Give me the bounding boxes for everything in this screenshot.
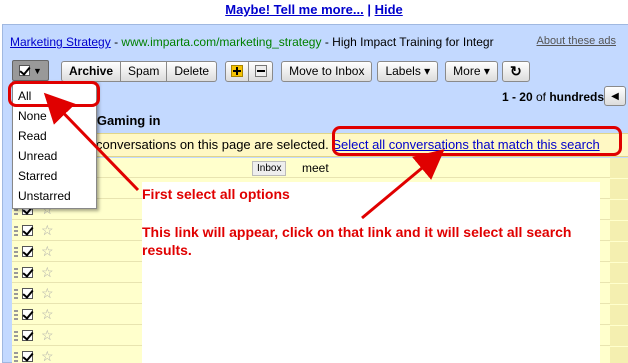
chevron-down-icon: ▼ bbox=[33, 65, 42, 76]
row-checkbox[interactable] bbox=[22, 330, 33, 341]
menu-item-starred[interactable]: Starred bbox=[13, 166, 96, 186]
row-date-cell bbox=[610, 179, 628, 199]
row-date-cell bbox=[610, 263, 628, 283]
chevron-left-icon: ◀ bbox=[611, 90, 619, 102]
pager-of: of bbox=[535, 90, 546, 104]
drag-handle-icon[interactable] bbox=[14, 331, 18, 342]
menu-item-unstarred[interactable]: Unstarred bbox=[13, 186, 96, 206]
pager-total: hundreds bbox=[549, 90, 604, 104]
drag-handle-icon[interactable] bbox=[14, 226, 18, 237]
row-date-cell bbox=[610, 200, 628, 220]
row-checkbox[interactable] bbox=[22, 288, 33, 299]
drag-handle-icon[interactable] bbox=[14, 289, 18, 300]
menu-item-none[interactable]: None bbox=[13, 106, 96, 126]
row-subject: meet bbox=[302, 161, 329, 175]
redaction-overlay bbox=[142, 182, 600, 363]
drag-handle-icon[interactable] bbox=[14, 352, 18, 363]
row-date-cell bbox=[610, 347, 628, 363]
row-date-cell bbox=[610, 326, 628, 346]
star-icon[interactable]: ☆ bbox=[41, 306, 54, 323]
row-date-cell bbox=[610, 221, 628, 241]
ad-dash: - bbox=[114, 35, 119, 49]
row-date-cell bbox=[610, 305, 628, 325]
annotation-second-step: This link will appear, click on that lin… bbox=[142, 224, 572, 258]
table-row[interactable]: ☆ Inbox meet bbox=[12, 158, 628, 178]
spam-button[interactable]: Spam bbox=[121, 60, 168, 82]
archive-spam-delete-group: Archive Spam Delete bbox=[61, 60, 218, 82]
about-ads-link[interactable]: About these ads bbox=[534, 35, 616, 47]
menu-item-unread[interactable]: Unread bbox=[13, 146, 96, 166]
select-menu-button[interactable]: ▼ bbox=[12, 60, 49, 81]
star-icon[interactable]: ☆ bbox=[41, 243, 54, 260]
drag-handle-icon[interactable] bbox=[14, 310, 18, 321]
row-checkbox[interactable] bbox=[22, 309, 33, 320]
delete-button[interactable]: Delete bbox=[167, 60, 218, 82]
pager-prev-button[interactable]: ◀ bbox=[604, 86, 626, 106]
ad-text: - High Impact Training for Integr bbox=[324, 35, 494, 49]
promo-bar: Maybe! Tell me more... | Hide bbox=[0, 0, 628, 24]
row-date-cell bbox=[610, 242, 628, 262]
pager: 1 - 20 of hundreds bbox=[502, 90, 604, 104]
sponsored-ad: Marketing Strategy - www.imparta.com/mar… bbox=[10, 33, 620, 51]
refresh-icon: ↻ bbox=[510, 62, 522, 79]
selection-notice-text: conversations on this page are selected. bbox=[96, 137, 329, 152]
ad-url[interactable]: www.imparta.com/marketing_strategy bbox=[121, 35, 321, 49]
refresh-button[interactable]: ↻ bbox=[501, 60, 530, 82]
highlight-all-option bbox=[8, 81, 100, 107]
promo-separator: | bbox=[367, 2, 371, 17]
drag-handle-icon[interactable] bbox=[14, 268, 18, 279]
menu-item-read[interactable]: Read bbox=[13, 126, 96, 146]
highlight-select-all-link bbox=[332, 126, 622, 156]
remove-star-icon bbox=[254, 65, 267, 77]
star-icon[interactable]: ☆ bbox=[41, 327, 54, 344]
row-checkbox[interactable] bbox=[22, 246, 33, 257]
more-button[interactable]: More ▾ bbox=[445, 60, 498, 82]
add-star-icon bbox=[231, 65, 244, 77]
row-date-cell bbox=[610, 158, 628, 178]
select-checkbox-icon bbox=[19, 65, 31, 76]
star-icon[interactable]: ☆ bbox=[41, 264, 54, 281]
star-icon[interactable]: ☆ bbox=[41, 285, 54, 302]
row-date-cell bbox=[610, 284, 628, 304]
ad-title-link[interactable]: Marketing Strategy bbox=[10, 35, 111, 49]
row-checkbox[interactable] bbox=[22, 267, 33, 278]
drag-handle-icon[interactable] bbox=[14, 247, 18, 258]
tell-me-more-link[interactable]: Maybe! Tell me more... bbox=[225, 2, 363, 17]
pager-range: 1 - 20 bbox=[501, 90, 533, 104]
star-icon[interactable]: ☆ bbox=[41, 348, 54, 363]
annotation-first-step: First select all options bbox=[142, 186, 290, 202]
row-checkbox[interactable] bbox=[22, 225, 33, 236]
star-group bbox=[225, 60, 274, 82]
hide-link[interactable]: Hide bbox=[375, 2, 403, 17]
remove-star-button[interactable] bbox=[249, 60, 274, 82]
star-icon[interactable]: ☆ bbox=[41, 222, 54, 239]
add-star-button[interactable] bbox=[225, 60, 250, 82]
move-to-inbox-button[interactable]: Move to Inbox bbox=[281, 60, 373, 82]
labels-button[interactable]: Labels ▾ bbox=[377, 60, 439, 82]
archive-button[interactable]: Archive bbox=[61, 60, 122, 82]
toolbar: Archive Spam Delete Move to Inbox Labels… bbox=[12, 60, 530, 82]
inbox-label-badge: Inbox bbox=[252, 161, 287, 176]
row-checkbox[interactable] bbox=[22, 351, 33, 362]
